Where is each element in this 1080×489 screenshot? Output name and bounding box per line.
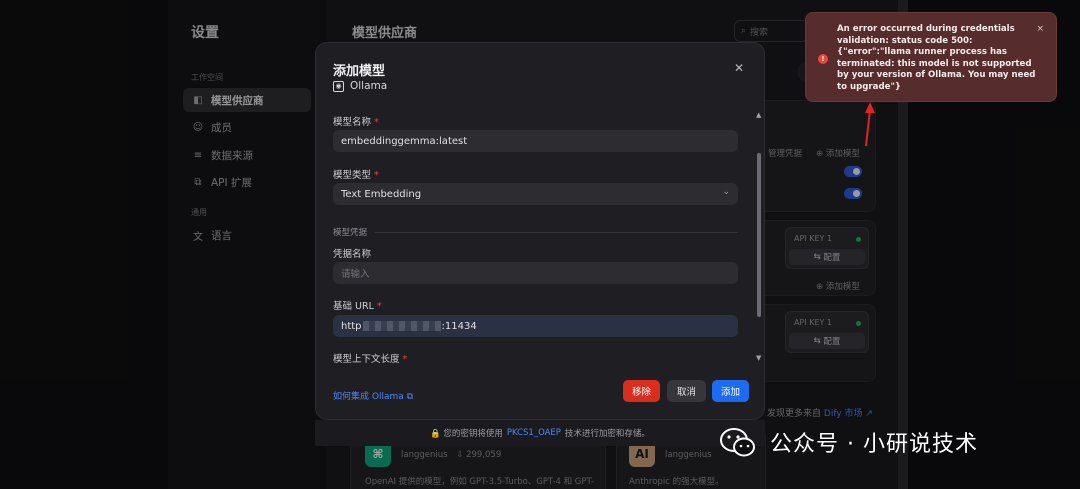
annotation-arrow — [865, 102, 875, 147]
watermark-text: 公众号 · 小研说技术 — [770, 432, 978, 457]
wechat-icon — [718, 422, 758, 462]
watermark: 公众号 · 小研说技术 — [718, 422, 978, 462]
